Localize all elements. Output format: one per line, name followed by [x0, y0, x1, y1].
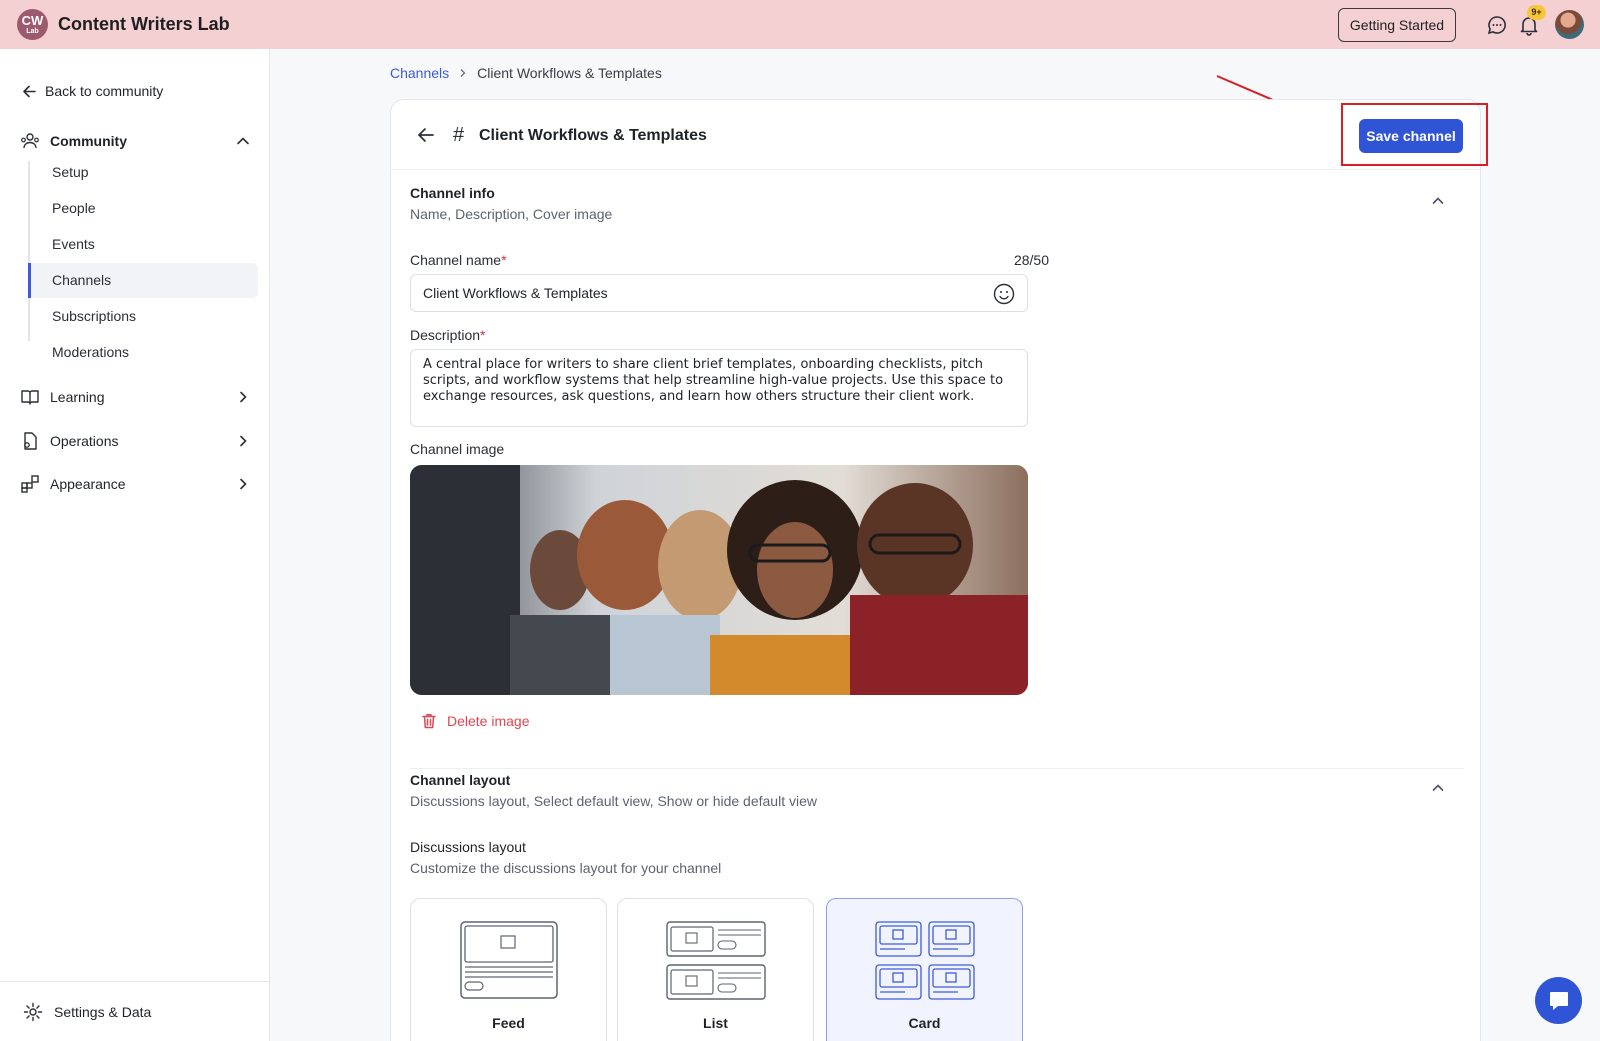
- community-logo[interactable]: CW Lab: [17, 9, 48, 40]
- sidebar: Back to community Community Setup People…: [0, 49, 270, 1041]
- chat-icon: [1549, 991, 1568, 1010]
- top-bar: CW Lab Content Writers Lab Getting Start…: [0, 0, 1600, 49]
- list-label: List: [703, 1015, 728, 1031]
- arrow-left-icon: [23, 85, 36, 97]
- arrow-left-icon[interactable]: [417, 126, 435, 144]
- chevron-up-icon: [237, 137, 249, 145]
- nav-operations[interactable]: Operations: [20, 431, 250, 451]
- appearance-icon: [21, 475, 39, 493]
- chevron-up-icon[interactable]: [1431, 194, 1445, 208]
- gear-icon: [23, 1002, 43, 1021]
- description-label: Description*: [410, 327, 485, 343]
- chat-bubble-icon[interactable]: [1486, 14, 1508, 36]
- channel-name-label-text: Channel name: [410, 252, 502, 268]
- user-avatar[interactable]: [1555, 10, 1584, 39]
- nav-community[interactable]: Community: [20, 131, 250, 151]
- feed-layout-icon: [459, 921, 558, 999]
- sidebar-item-events[interactable]: Events: [28, 227, 258, 262]
- channel-image-label: Channel image: [410, 441, 505, 457]
- breadcrumb: Channels Client Workflows & Templates: [390, 65, 662, 81]
- sidebar-item-channels[interactable]: Channels: [28, 263, 258, 298]
- appearance-label: Appearance: [50, 476, 126, 492]
- chevron-up-icon[interactable]: [1431, 781, 1445, 795]
- chevron-right-icon: [240, 435, 247, 447]
- channel-name-value: Client Workflows & Templates: [423, 285, 608, 301]
- trash-icon: [422, 714, 436, 729]
- chevron-right-icon: [240, 478, 247, 490]
- channel-layout-title: Channel layout: [410, 772, 511, 788]
- sidebar-item-subscriptions[interactable]: Subscriptions: [28, 299, 258, 334]
- discussions-layout-subtitle: Customize the discussions layout for you…: [410, 860, 722, 876]
- sidebar-item-people[interactable]: People: [28, 191, 258, 226]
- sidebar-item-moderations[interactable]: Moderations: [28, 335, 258, 370]
- list-layout-icon: [665, 921, 766, 1000]
- community-icon: [21, 133, 39, 149]
- required-marker: *: [501, 252, 507, 268]
- emoji-icon[interactable]: [993, 283, 1015, 305]
- card-header: # Client Workflows & Templates Save chan…: [391, 100, 1480, 170]
- delete-image-button[interactable]: Delete image: [420, 712, 530, 730]
- card-layout-icon: [874, 921, 975, 1000]
- book-icon: [21, 390, 39, 405]
- notification-badge: 9+: [1527, 5, 1546, 20]
- channel-info-subtitle: Name, Description, Cover image: [410, 206, 613, 222]
- sidebar-item-setup[interactable]: Setup: [28, 155, 258, 190]
- cover-photo: [410, 465, 1028, 695]
- channel-edit-card: # Client Workflows & Templates Save chan…: [390, 99, 1481, 1041]
- channel-name-counter: 28/50: [1013, 252, 1049, 268]
- app-title: Content Writers Lab: [58, 14, 230, 34]
- discussions-layout-title: Discussions layout: [410, 839, 526, 855]
- back-to-community-link[interactable]: Back to community: [22, 83, 163, 99]
- chevron-right-icon: [460, 69, 466, 77]
- layout-option-list[interactable]: List: [617, 898, 814, 1041]
- channel-name-input[interactable]: Client Workflows & Templates: [410, 274, 1028, 312]
- settings-data-link[interactable]: Settings & Data: [0, 981, 270, 1041]
- layout-option-feed[interactable]: Feed: [410, 898, 607, 1041]
- chevron-right-icon: [240, 391, 247, 403]
- delete-image-label: Delete image: [447, 713, 530, 729]
- channel-layout-subtitle: Discussions layout, Select default view,…: [410, 793, 817, 809]
- required-marker: *: [480, 327, 486, 343]
- channel-cover-image: [410, 465, 1028, 695]
- channel-title: Client Workflows & Templates: [479, 127, 707, 144]
- operations-label: Operations: [50, 433, 119, 449]
- logo-initials: CW: [21, 13, 44, 28]
- chat-launcher-button[interactable]: [1535, 977, 1582, 1024]
- settings-label: Settings & Data: [54, 1003, 152, 1020]
- hash-icon: #: [453, 124, 465, 146]
- back-label: Back to community: [45, 83, 164, 99]
- nav-learning[interactable]: Learning: [20, 387, 250, 407]
- layout-option-card[interactable]: Card: [826, 898, 1023, 1041]
- description-textarea[interactable]: A central place for writers to share cli…: [410, 349, 1028, 427]
- nav-appearance[interactable]: Appearance: [20, 474, 250, 494]
- annotation-highlight-box: [1341, 103, 1488, 166]
- channel-name-label: Channel name*: [410, 252, 507, 268]
- card-label: Card: [908, 1015, 941, 1031]
- logo-sub: Lab: [26, 28, 39, 35]
- feed-label: Feed: [492, 1015, 525, 1031]
- breadcrumb-current: Client Workflows & Templates: [477, 65, 662, 81]
- channel-info-title: Channel info: [410, 185, 495, 201]
- community-label: Community: [50, 133, 127, 149]
- description-label-text: Description: [410, 327, 481, 343]
- getting-started-button[interactable]: Getting Started: [1338, 8, 1456, 42]
- operations-icon: [24, 432, 37, 450]
- learning-label: Learning: [50, 389, 105, 405]
- section-divider: [410, 768, 1464, 769]
- breadcrumb-channels-link[interactable]: Channels: [390, 65, 449, 81]
